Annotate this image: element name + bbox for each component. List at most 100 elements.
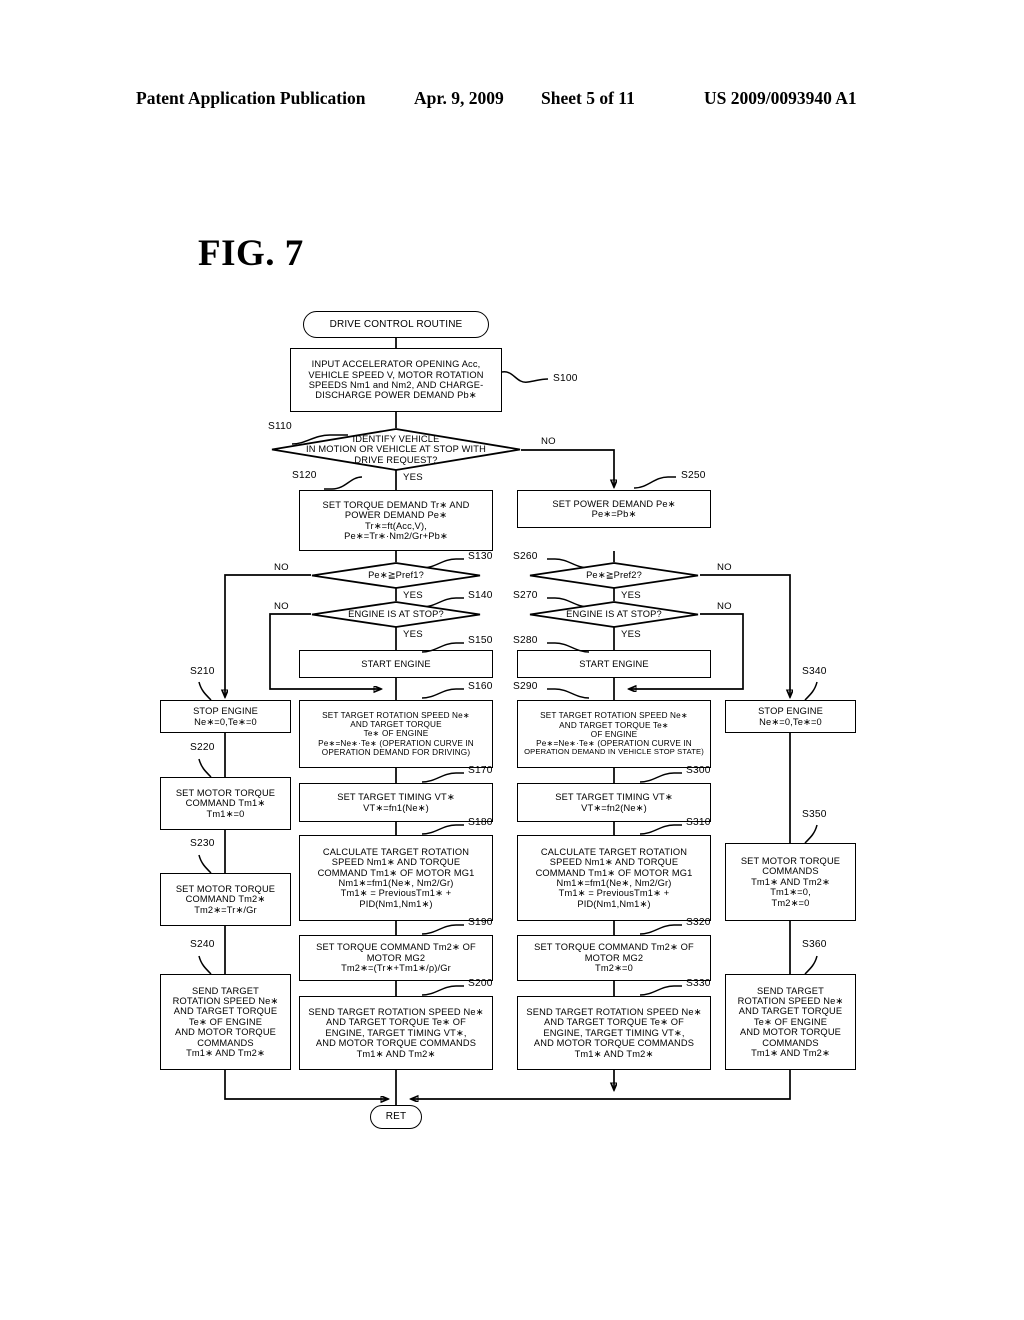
step-s300-label: S300	[686, 765, 711, 776]
step-s340-box: STOP ENGINE Ne∗=0,Te∗=0	[725, 700, 856, 733]
step-s240-box: SEND TARGET ROTATION SPEED Ne∗ AND TARGE…	[160, 974, 291, 1070]
step-s220-leader	[198, 758, 212, 778]
step-s240-line4: Te∗ OF ENGINE	[188, 1016, 263, 1027]
step-s150-box: START ENGINE	[299, 650, 493, 678]
step-s180-box: CALCULATE TARGET ROTATION SPEED Nm1∗ AND…	[299, 835, 493, 921]
step-s350-line2: COMMANDS	[762, 866, 819, 877]
step-s120-line3: Tr∗=ft(Acc,V),	[365, 520, 427, 531]
step-s310-line3: COMMAND Tm1∗ OF MOTOR MG1	[535, 867, 693, 878]
step-s190-leader	[421, 924, 464, 935]
step-s120-box: SET TORQUE DEMAND Tr∗ AND POWER DEMAND P…	[299, 490, 493, 551]
step-s320-line2: MOTOR MG2	[584, 952, 644, 963]
step-s160-line5: OPERATION DEMAND FOR DRIVING)	[321, 747, 471, 757]
step-s230-line3: Tm2∗=Tr∗/Gr	[194, 904, 257, 915]
step-s330-line1: SEND TARGET ROTATION SPEED Ne∗	[526, 1006, 702, 1017]
step-s110-line2: IN MOTION OR VEHICLE AT STOP WITH	[306, 444, 486, 455]
step-s180-line1: CALCULATE TARGET ROTATION	[322, 846, 470, 857]
step-s260-label: S260	[513, 551, 538, 562]
step-s140-label: S140	[468, 590, 493, 601]
step-s340-line1: STOP ENGINE	[758, 706, 823, 717]
step-s170-box: SET TARGET TIMING VT∗ VT∗=fn1(Ne∗)	[299, 783, 493, 822]
step-s210-line1: STOP ENGINE	[193, 706, 258, 717]
step-s290-leader	[547, 688, 590, 699]
step-s170-label: S170	[468, 765, 493, 776]
step-s220-line2: COMMAND Tm1∗	[185, 798, 266, 809]
step-s180-line2: SPEED Nm1∗ AND TORQUE	[331, 857, 461, 868]
step-s240-line5: AND MOTOR TORQUE	[174, 1027, 277, 1038]
step-s180-leader	[421, 824, 464, 835]
step-s230-line2: COMMAND Tm2∗	[185, 894, 266, 905]
step-s180-line4: Nm1∗=fm1(Ne∗, Nm2/Gr)	[338, 878, 454, 888]
step-s130-no-label: NO	[274, 562, 289, 573]
step-s120-line4: Pe∗=Tr∗·Nm2/Gr+Pb∗	[344, 530, 448, 541]
step-s160-label: S160	[468, 681, 493, 692]
step-s270-label: S270	[513, 590, 538, 601]
step-s250-line2: Pe∗=Pb∗	[591, 509, 637, 519]
step-s160-line4: Pe∗=Ne∗·Te∗ (OPERATION CURVE IN	[318, 738, 474, 748]
step-s260-line1: Pe∗≧Pref2?	[586, 570, 642, 581]
step-s330-line5: Tm1∗ AND Tm2∗	[574, 1048, 654, 1059]
step-s290-line5: OPERATION DEMAND IN VEHICLE STOP STATE)	[524, 747, 704, 757]
step-s180-line6: PID(Nm1,Nm1∗)	[359, 898, 433, 909]
step-s310-leader	[639, 824, 682, 835]
step-s330-line2: AND TARGET TORQUE Te∗ OF	[543, 1017, 685, 1028]
step-s330-leader	[639, 985, 682, 996]
step-s180-line3: COMMAND Tm1∗ OF MOTOR MG1	[317, 867, 475, 878]
step-s230-line1: SET MOTOR TORQUE	[175, 883, 276, 894]
step-s200-box: SEND TARGET ROTATION SPEED Ne∗ AND TARGE…	[299, 996, 493, 1070]
step-s160-line3: Te∗ OF ENGINE	[363, 729, 429, 739]
flow-end-terminator: RET	[370, 1105, 422, 1129]
step-s130-diamond: Pe∗≧Pref1?	[311, 562, 481, 589]
step-s350-line4: Tm1∗=0,	[770, 887, 811, 898]
step-s240-line7: Tm1∗ AND Tm2∗	[186, 1048, 265, 1059]
step-s100-line4: DISCHARGE POWER DEMAND Pb∗	[315, 390, 477, 401]
step-s270-yes-label: YES	[621, 629, 641, 640]
step-s280-leader	[547, 642, 590, 653]
step-s280-label: S280	[513, 635, 538, 646]
step-s220-box: SET MOTOR TORQUE COMMAND Tm1∗ Tm1∗=0	[160, 777, 291, 830]
step-s140-line1: ENGINE IS AT STOP?	[348, 609, 444, 620]
step-s310-line1: CALCULATE TARGET ROTATION	[540, 846, 688, 857]
step-s240-leader	[198, 955, 212, 975]
step-s200-line5: Tm1∗ AND Tm2∗	[356, 1048, 436, 1059]
flowchart-connectors	[0, 338, 1024, 1105]
step-s360-line3: AND TARGET TORQUE	[738, 1006, 843, 1017]
step-s150-leader	[421, 642, 464, 653]
step-s250-leader	[633, 476, 676, 489]
step-s230-leader	[198, 854, 212, 874]
step-s110-no-label: NO	[541, 436, 556, 447]
step-s280-box: START ENGINE	[517, 650, 711, 678]
step-s340-label: S340	[802, 666, 827, 677]
step-s160-line2: AND TARGET TORQUE	[350, 720, 442, 730]
step-s330-box: SEND TARGET ROTATION SPEED Ne∗ AND TARGE…	[517, 996, 711, 1070]
step-s180-label: S180	[468, 817, 493, 828]
step-s260-no-label: NO	[717, 562, 732, 573]
step-s200-leader	[421, 985, 464, 996]
step-s360-line2: ROTATION SPEED Ne∗	[737, 995, 844, 1006]
step-s280-line1: START ENGINE	[579, 658, 649, 669]
step-s190-label: S190	[468, 917, 493, 928]
step-s100-line2: VEHICLE SPEED V, MOTOR ROTATION	[308, 369, 484, 380]
step-s210-leader	[198, 681, 212, 701]
step-s250-box: SET POWER DEMAND Pe∗ Pe∗=Pb∗	[517, 490, 711, 528]
step-s110-yes-label: YES	[403, 472, 423, 483]
step-s170-line2: VT∗=fn1(Ne∗)	[363, 802, 429, 813]
step-s360-leader	[804, 955, 818, 975]
step-s100-label: S100	[553, 373, 578, 384]
step-s330-line3: ENGINE, TARGET TIMING VT∗,	[543, 1027, 685, 1038]
step-s150-line1: START ENGINE	[361, 658, 431, 669]
step-s320-leader	[639, 924, 682, 935]
step-s190-line3: Tm2∗=(Tr∗+Tm1∗/ρ)/Gr	[341, 963, 451, 974]
step-s360-box: SEND TARGET ROTATION SPEED Ne∗ AND TARGE…	[725, 974, 856, 1070]
step-s140-diamond: ENGINE IS AT STOP?	[311, 601, 481, 628]
step-s360-line5: AND MOTOR TORQUE	[739, 1027, 842, 1038]
step-s230-box: SET MOTOR TORQUE COMMAND Tm2∗ Tm2∗=Tr∗/G…	[160, 873, 291, 926]
step-s290-line3: OF ENGINE	[590, 729, 638, 739]
step-s240-line3: AND TARGET TORQUE	[173, 1006, 278, 1017]
step-s220-label: S220	[190, 742, 215, 753]
step-s350-line5: Tm2∗=0	[771, 897, 810, 908]
step-s350-label: S350	[802, 809, 827, 820]
step-s210-line2: Ne∗=0,Te∗=0	[194, 716, 257, 727]
step-s120-line2: POWER DEMAND Pe∗	[344, 510, 448, 521]
flow-start-terminator: DRIVE CONTROL ROUTINE	[303, 311, 489, 338]
